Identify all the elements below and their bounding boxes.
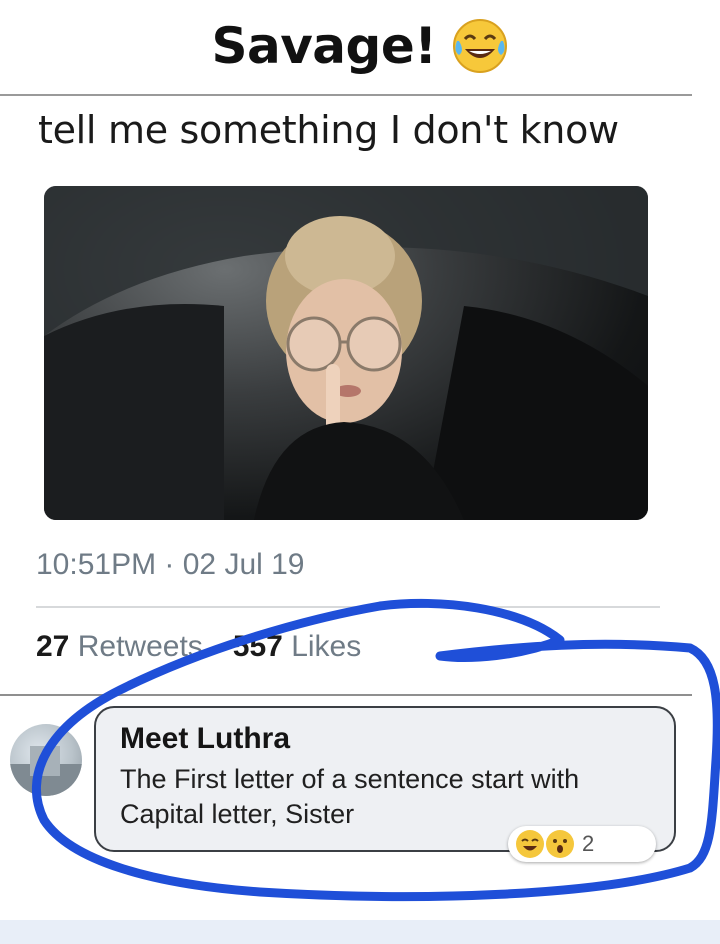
comments-divider xyxy=(0,694,692,696)
tweet-timestamp: 10:51PM · 02 Jul 19 xyxy=(36,548,305,581)
retweets-count: 27 xyxy=(36,630,70,663)
likes-label: Likes xyxy=(291,630,362,663)
tweet-photo[interactable] xyxy=(44,186,648,520)
comment-author[interactable]: Meet Luthra xyxy=(120,722,650,756)
likes-stat[interactable]: 557 Likes xyxy=(233,630,361,664)
avatar-icon xyxy=(10,746,82,796)
bottom-edge xyxy=(0,920,720,944)
tears-of-joy-icon xyxy=(451,17,509,75)
tweet-text: tell me something I don't know xyxy=(38,108,619,152)
likes-count: 557 xyxy=(232,630,283,663)
retweets-stat[interactable]: 27 Retweets xyxy=(36,630,203,664)
header-title: Savage! xyxy=(211,17,437,75)
laughing-reaction-icon xyxy=(516,830,544,858)
wow-reaction-icon xyxy=(546,830,574,858)
avatar[interactable] xyxy=(10,724,82,796)
reaction-count: 2 xyxy=(582,831,595,856)
stats-divider xyxy=(36,606,660,608)
comment-body: The First letter of a sentence start wit… xyxy=(120,764,580,829)
reactions-badge[interactable]: 2 xyxy=(508,826,656,862)
header-divider xyxy=(0,94,692,96)
retweets-label: Retweets xyxy=(77,630,203,663)
woman-shushing-photo xyxy=(44,186,648,520)
meme-header: Savage! xyxy=(0,0,720,92)
tweet-stats: 27 Retweets 557 Likes xyxy=(36,630,361,664)
